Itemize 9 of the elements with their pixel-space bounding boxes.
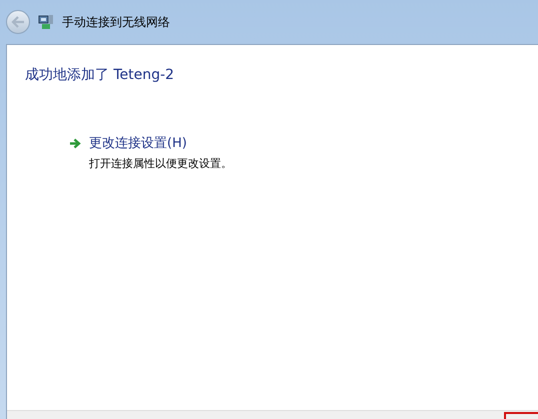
page-heading: 成功地添加了 Teteng-2 [25,66,176,85]
highlight-frame [504,412,538,419]
network-icon [38,14,54,30]
arrow-icon [69,138,81,149]
task-link[interactable]: 更改连接设置(H) [89,134,232,154]
window-title: 手动连接到无线网络 [62,14,170,31]
back-button[interactable] [6,10,30,34]
task-description: 打开连接属性以便更改设置。 [89,156,232,172]
back-arrow-icon [11,16,25,28]
